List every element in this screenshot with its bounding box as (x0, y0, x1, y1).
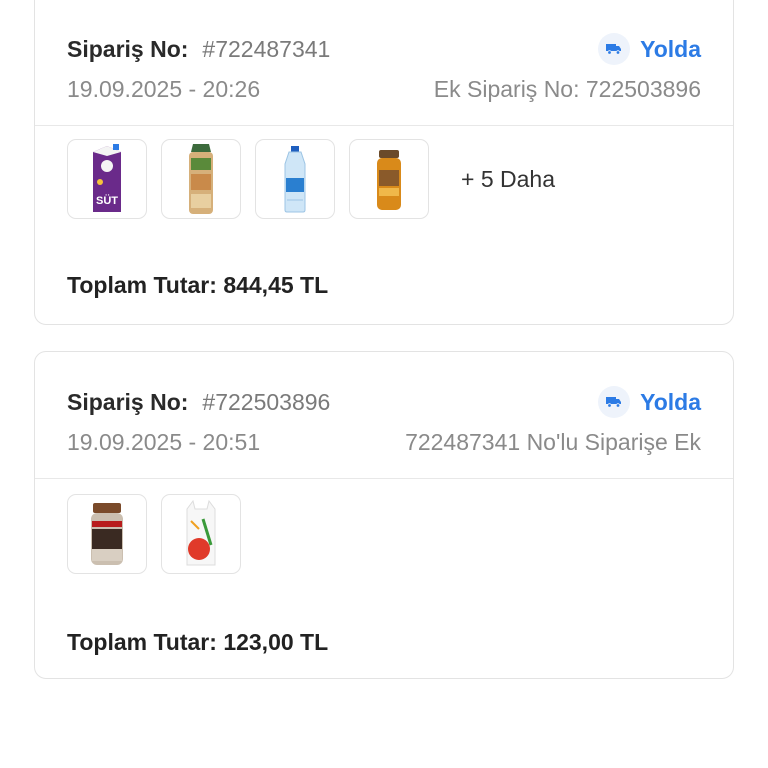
status-badge: Yolda (598, 386, 701, 418)
order-date: 19.09.2025 - 20:26 (67, 76, 261, 102)
order-number: Sipariş No: #722487341 (67, 36, 330, 63)
order-date: 19.09.2025 - 20:51 (67, 429, 261, 455)
order-number: Sipariş No: #722503896 (67, 389, 330, 416)
more-products-link[interactable]: + 5 Daha (461, 166, 555, 193)
product-thumb-water[interactable] (255, 139, 335, 219)
order-header: Sipariş No: #722503896 Yolda 19.09.2025 -… (35, 352, 733, 479)
extra-order-info: 722487341 No'lu Siparişe Ek (405, 429, 701, 455)
order-total: Toplam Tutar: 844,45 TL (67, 272, 328, 299)
product-thumb-bread[interactable] (161, 139, 241, 219)
order-number-value: #722487341 (202, 35, 331, 62)
status-text: Yolda (640, 388, 701, 415)
honey-jar-icon (377, 150, 401, 210)
product-thumb-tahini[interactable] (67, 494, 147, 574)
total-label: Toplam Tutar: (67, 272, 217, 298)
order-header: Sipariş No: #722487341 Yolda 19.09.2025 -… (35, 0, 733, 126)
product-thumbnails: SÜT + 5 Daha (67, 139, 555, 219)
order-card[interactable]: Sipariş No: #722487341 Yolda 19.09.2025 -… (34, 0, 734, 325)
product-thumb-honey[interactable] (349, 139, 429, 219)
status-badge: Yolda (598, 33, 701, 65)
milk-carton-icon: SÜT (93, 144, 121, 212)
order-number-label: Sipariş No: (67, 388, 189, 415)
bread-loaf-icon (189, 144, 213, 214)
total-label: Toplam Tutar: (67, 629, 217, 655)
tahini-jar-icon (91, 503, 123, 565)
product-thumbnails (67, 494, 255, 574)
water-bottle-icon (284, 146, 306, 213)
total-value: 844,45 TL (223, 272, 329, 298)
truck-icon (598, 386, 631, 418)
product-thumb-milk[interactable]: SÜT (67, 139, 147, 219)
order-number-value: #722503896 (202, 388, 331, 415)
total-value: 123,00 TL (223, 629, 329, 655)
extra-order-info: Ek Sipariş No: 722503896 (433, 76, 701, 102)
order-total: Toplam Tutar: 123,00 TL (67, 629, 328, 656)
truck-icon (598, 33, 631, 65)
product-thumb-bag[interactable] (161, 494, 241, 574)
shopping-bag-icon (186, 499, 216, 566)
order-number-label: Sipariş No: (67, 35, 189, 62)
order-card[interactable]: Sipariş No: #722503896 Yolda 19.09.2025 -… (34, 351, 734, 679)
status-text: Yolda (640, 35, 701, 62)
svg-text:SÜT: SÜT (96, 194, 118, 207)
